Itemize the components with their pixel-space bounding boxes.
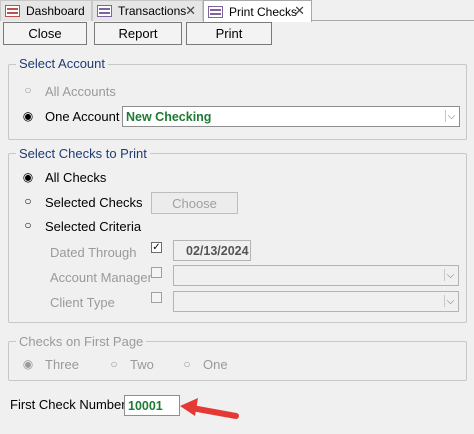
- tab-label: Transactions: [118, 4, 187, 18]
- chevron-down-icon[interactable]: ⌵: [445, 110, 457, 122]
- account-select[interactable]: New Checking ⌵: [122, 106, 460, 127]
- account-manager-label: Account Manager: [50, 270, 152, 285]
- account-manager-select[interactable]: ⌵: [173, 265, 459, 286]
- red-arrow-icon: [180, 398, 239, 419]
- all-checks-label: All Checks: [45, 170, 107, 185]
- tab-label: Dashboard: [26, 4, 85, 18]
- all-accounts-label: All Accounts: [45, 84, 116, 99]
- tab-transactions[interactable]: Transactions ✕: [92, 0, 203, 21]
- selected-criteria-label: Selected Criteria: [45, 219, 142, 234]
- dated-through-field[interactable]: 02/13/2024: [173, 240, 251, 261]
- form-icon: [5, 5, 20, 17]
- checks-first-page-legend: Checks on First Page: [16, 334, 147, 349]
- select-checks-legend: Select Checks to Print: [16, 146, 150, 161]
- dated-through-label: Dated Through: [50, 245, 137, 260]
- choose-button-label: Choose: [172, 195, 217, 211]
- all-checks-radio[interactable]: ◉: [22, 171, 34, 183]
- form-icon: [97, 5, 112, 17]
- client-type-select[interactable]: ⌵: [173, 291, 459, 312]
- dated-through-value: 02/13/2024: [186, 243, 249, 258]
- chevron-down-icon[interactable]: ⌵: [444, 295, 456, 307]
- select-account-group: [8, 64, 467, 140]
- client-type-label: Client Type: [50, 295, 115, 310]
- tab-label: Print Checks: [229, 4, 298, 19]
- form-icon: [208, 5, 223, 18]
- close-icon[interactable]: ✕: [185, 3, 196, 19]
- three-radio[interactable]: ◉: [22, 358, 34, 370]
- all-accounts-radio[interactable]: ○: [22, 84, 34, 96]
- close-icon[interactable]: ✕: [294, 3, 305, 19]
- close-button-label: Close: [28, 26, 62, 41]
- one-label: One: [203, 357, 228, 372]
- tab-bar: Dashboard Transactions ✕ Print Checks ✕: [0, 0, 474, 22]
- selected-checks-label: Selected Checks: [45, 195, 143, 210]
- first-check-input[interactable]: 10001: [124, 395, 180, 416]
- first-check-label: First Check Number: [10, 397, 126, 412]
- print-button[interactable]: Print: [186, 22, 272, 45]
- tab-dashboard[interactable]: Dashboard: [0, 0, 92, 21]
- select-account-legend: Select Account: [16, 56, 108, 71]
- first-check-value: 10001: [128, 398, 163, 413]
- two-label: Two: [130, 357, 154, 372]
- close-button[interactable]: Close: [3, 22, 87, 45]
- selected-criteria-radio[interactable]: ○: [22, 219, 34, 231]
- dated-through-checkbox[interactable]: ✓: [151, 242, 162, 253]
- report-button-label: Report: [118, 26, 158, 41]
- report-button[interactable]: Report: [94, 22, 182, 45]
- account-manager-checkbox[interactable]: [151, 267, 162, 278]
- one-account-radio[interactable]: ◉: [22, 110, 34, 122]
- one-account-label: One Account: [45, 109, 120, 124]
- tab-print-checks[interactable]: Print Checks ✕: [203, 0, 312, 22]
- choose-button[interactable]: Choose: [151, 192, 238, 214]
- one-radio[interactable]: ○: [181, 358, 193, 370]
- two-radio[interactable]: ○: [108, 358, 120, 370]
- selected-checks-radio[interactable]: ○: [22, 195, 34, 207]
- print-button-label: Print: [215, 26, 243, 41]
- three-label: Three: [45, 357, 79, 372]
- chevron-down-icon[interactable]: ⌵: [444, 269, 456, 281]
- account-value: New Checking: [126, 109, 212, 124]
- client-type-checkbox[interactable]: [151, 292, 162, 303]
